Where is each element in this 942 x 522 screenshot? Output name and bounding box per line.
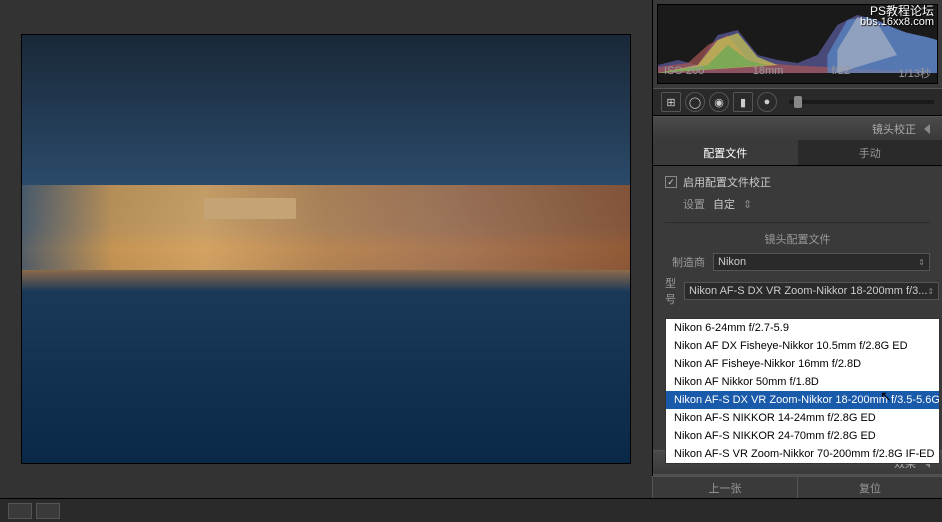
prev-button[interactable]: 上一张 xyxy=(652,477,797,498)
gradient-tool-icon[interactable]: ▮ xyxy=(733,92,753,112)
setting-label: 设置 xyxy=(665,196,705,212)
dropdown-option[interactable]: Nikon AF Fisheye-Nikkor 16mm f/2.8D xyxy=(666,355,939,373)
enable-profile-row: ✓ 启用配置文件校正 xyxy=(665,174,930,190)
watermark-line2: bbs.16xx8.com xyxy=(860,16,934,28)
histo-aperture: f/22 xyxy=(832,65,850,81)
tool-slider[interactable] xyxy=(789,100,934,104)
tab-manual[interactable]: 手动 xyxy=(798,140,942,165)
dropdown-option[interactable]: Nikon AF-S NIKKOR 24-70mm f/2.8G ED xyxy=(666,427,939,445)
mouse-cursor-icon: ↖ xyxy=(880,388,892,405)
dropdown-arrow-icon: ⇕ xyxy=(918,258,925,267)
dropdown-option[interactable]: Nikon AF DX Fisheye-Nikkor 10.5mm f/2.8G… xyxy=(666,337,939,355)
model-select[interactable]: Nikon AF-S DX VR Zoom-Nikkor 18-200mm f/… xyxy=(684,282,939,300)
spot-tool-icon[interactable]: ◯ xyxy=(685,92,705,112)
setting-arrows-icon[interactable]: ⇕ xyxy=(743,198,752,211)
histo-shutter: 1/13秒 xyxy=(899,65,931,81)
lens-correction-header[interactable]: 镜头校正 xyxy=(653,116,942,140)
dropdown-arrow-icon: ⇕ xyxy=(927,287,934,296)
model-label: 型号 xyxy=(665,275,676,307)
histo-iso: ISO 200 xyxy=(664,65,704,81)
lens-model-dropdown: Nikon 6-24mm f/2.7-5.9Nikon AF DX Fishey… xyxy=(665,318,940,464)
enable-profile-checkbox[interactable]: ✓ xyxy=(665,176,677,188)
dropdown-option[interactable]: Nikon AF-S VR Zoom-Nikkor 70-200mm f/2.8… xyxy=(666,445,939,463)
lens-correction-label: 镜头校正 xyxy=(872,121,916,137)
maker-label: 制造商 xyxy=(665,254,705,270)
dropdown-option[interactable]: Nikon AF-S DX VR Zoom-Nikkor 18-200mm f/… xyxy=(666,391,939,409)
tab-profile[interactable]: 配置文件 xyxy=(653,140,798,165)
view-mode-button-2[interactable] xyxy=(36,503,60,519)
dropdown-option[interactable]: Nikon AF-S NIKKOR 14-24mm f/2.8G ED xyxy=(666,409,939,427)
preview-area xyxy=(0,0,652,498)
dropdown-option[interactable]: Nikon 6-24mm f/2.7-5.9 xyxy=(666,319,939,337)
brush-tool-icon[interactable]: ● xyxy=(757,92,777,112)
maker-select[interactable]: Nikon ⇕ xyxy=(713,253,930,271)
lens-profile-section: ✓ 启用配置文件校正 设置 自定 ⇕ 镜头配置文件 制造商 Nikon ⇕ xyxy=(653,166,942,319)
model-value: Nikon AF-S DX VR Zoom-Nikkor 18-200mm f/… xyxy=(689,285,927,297)
lens-tabs: 配置文件 手动 xyxy=(653,140,942,166)
view-mode-button[interactable] xyxy=(8,503,32,519)
tool-strip: ⊞ ◯ ◉ ▮ ● xyxy=(653,88,942,116)
maker-value: Nikon xyxy=(718,256,746,268)
bottom-toolbar xyxy=(0,498,942,522)
enable-profile-label: 启用配置文件校正 xyxy=(683,174,771,190)
photo-preview[interactable] xyxy=(21,34,631,464)
nav-button-row: 上一张 复位 xyxy=(652,476,942,498)
dropdown-option[interactable]: Nikon AF Nikkor 50mm f/1.8D xyxy=(666,373,939,391)
redeye-tool-icon[interactable]: ◉ xyxy=(709,92,729,112)
setting-value[interactable]: 自定 xyxy=(713,196,735,212)
reset-button[interactable]: 复位 xyxy=(797,477,942,498)
histo-focal: 18mm xyxy=(753,65,784,81)
slider-thumb-icon[interactable] xyxy=(794,96,802,108)
collapse-triangle-icon xyxy=(924,124,930,134)
profile-subsection-title: 镜头配置文件 xyxy=(665,231,930,247)
crop-tool-icon[interactable]: ⊞ xyxy=(661,92,681,112)
